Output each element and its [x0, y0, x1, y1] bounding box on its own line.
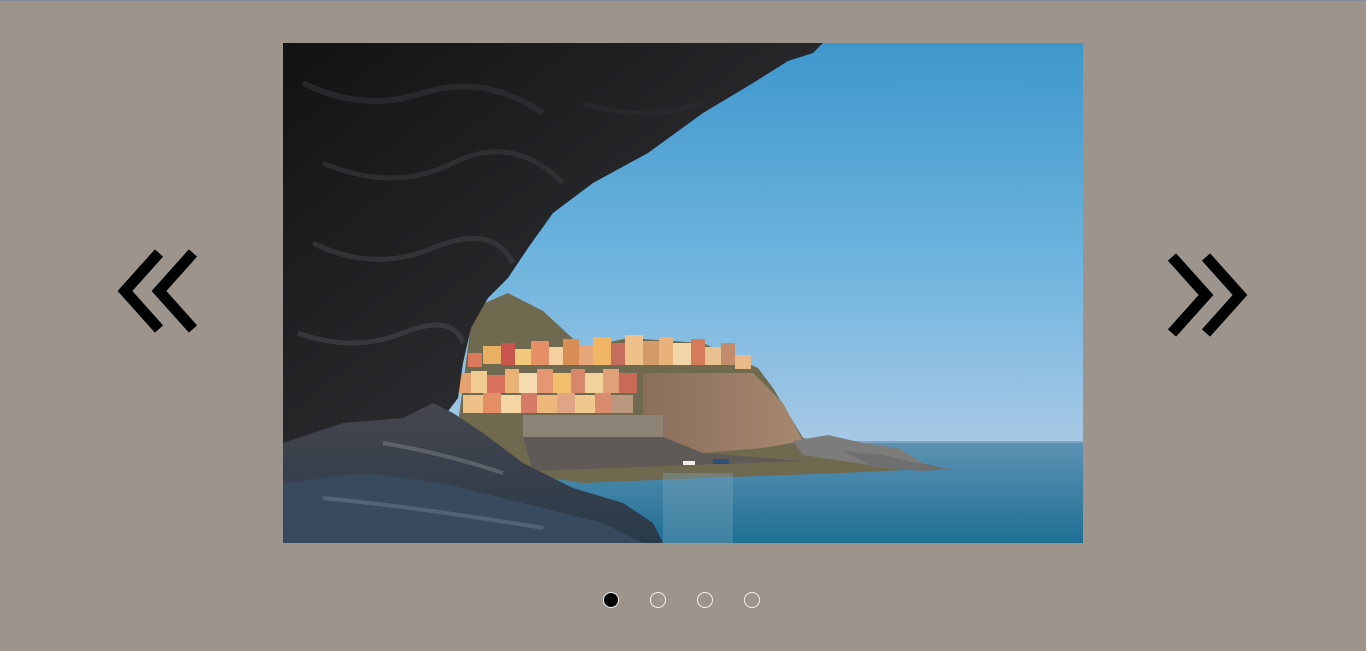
- carousel-slide: [283, 43, 1083, 543]
- next-slide-button[interactable]: [1162, 245, 1252, 345]
- pagination-dot-3[interactable]: [697, 592, 713, 608]
- double-chevron-right-icon: [1167, 253, 1248, 337]
- top-border: [0, 0, 1366, 1]
- previous-slide-button[interactable]: [113, 241, 203, 341]
- pagination-dot-2[interactable]: [650, 592, 666, 608]
- double-chevron-left-icon: [117, 249, 198, 333]
- pagination-dot-4[interactable]: [744, 592, 760, 608]
- pagination-dot-1[interactable]: [603, 592, 619, 608]
- slide-image: [283, 43, 1083, 543]
